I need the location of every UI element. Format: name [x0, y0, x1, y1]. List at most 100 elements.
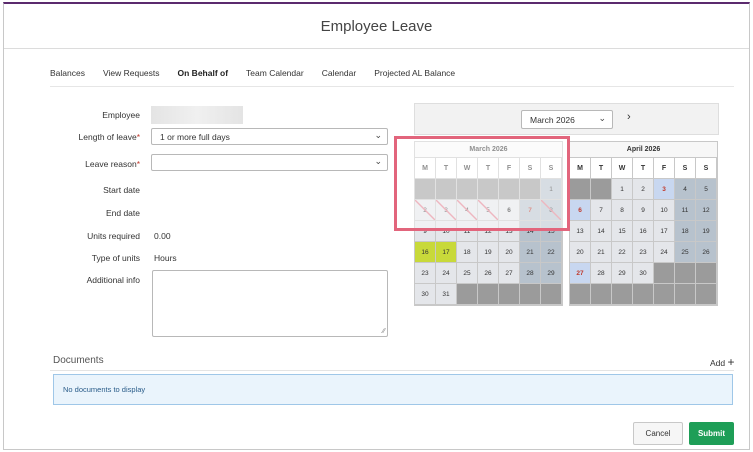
title-divider — [4, 48, 749, 49]
calendar-day[interactable]: 28 — [520, 263, 541, 284]
calendar-empty-cell — [696, 284, 717, 305]
length-of-leave-select[interactable]: 1 or more full days ⌄ — [151, 128, 388, 145]
tab-on-behalf-of[interactable]: On Behalf of — [178, 68, 229, 82]
calendar-day[interactable]: 8 — [612, 200, 633, 221]
calendar-day[interactable]: 15 — [612, 221, 633, 242]
calendar-day[interactable]: 16 — [633, 221, 654, 242]
next-month-button[interactable]: › — [627, 111, 631, 123]
calendar-day[interactable]: 18 — [457, 242, 478, 263]
resize-grip-icon[interactable]: ∕∕ — [383, 328, 385, 335]
calendar-day[interactable]: 29 — [612, 263, 633, 284]
add-document-label: Add — [710, 358, 726, 368]
end-date-label: End date — [105, 208, 140, 218]
calendar-day[interactable]: 28 — [591, 263, 612, 284]
page-title: Employee Leave — [320, 18, 433, 35]
tab-calendar[interactable]: Calendar — [322, 68, 357, 82]
calendar-day[interactable]: 9 — [633, 200, 654, 221]
calendar-month-april: April 2026 M T W T F S S 1 2 3 4 5 6 7 8 9 10 11 12 13 14 15 1… — [569, 141, 718, 306]
calendar-day[interactable]: 20 — [499, 242, 520, 263]
type-of-units-value: Hours — [154, 253, 177, 263]
additional-info-textarea[interactable]: ∕∕ — [152, 270, 388, 337]
length-of-leave-value: 1 or more full days — [160, 132, 230, 142]
calendar-day[interactable]: 13 — [570, 221, 591, 242]
units-required-value: 0.00 — [154, 231, 171, 241]
calendar-day[interactable]: 12 — [696, 200, 717, 221]
calendar-day[interactable]: 23 — [633, 242, 654, 263]
calendar-day[interactable]: 29 — [541, 263, 562, 284]
plus-icon: + — [727, 355, 735, 369]
calendar-empty-cell — [675, 263, 696, 284]
calendar-day[interactable]: 20 — [570, 242, 591, 263]
calendar-day[interactable]: 3 — [654, 179, 675, 200]
chevron-down-icon: ⌄ — [598, 113, 606, 123]
calendar-day[interactable]: 17 — [436, 242, 457, 263]
calendar-day[interactable]: 10 — [654, 200, 675, 221]
calendar-empty-cell — [520, 284, 541, 305]
calendar-day[interactable]: 27 — [499, 263, 520, 284]
weekday-header: T — [633, 158, 654, 179]
calendar-day[interactable]: 19 — [696, 221, 717, 242]
calendar-day[interactable]: 24 — [654, 242, 675, 263]
calendar-day[interactable]: 19 — [478, 242, 499, 263]
units-required-label: Units required — [87, 231, 140, 241]
calendar-empty-cell — [478, 284, 499, 305]
required-marker: * — [136, 132, 140, 142]
calendar-day[interactable]: 26 — [478, 263, 499, 284]
calendar-day[interactable]: 22 — [612, 242, 633, 263]
calendar-day[interactable]: 25 — [457, 263, 478, 284]
calendar-day[interactable]: 23 — [415, 263, 436, 284]
leave-reason-label-text: Leave reason — [85, 159, 137, 169]
calendar-day[interactable]: 4 — [675, 179, 696, 200]
calendar-day[interactable]: 21 — [520, 242, 541, 263]
calendar-empty-cell — [591, 179, 612, 200]
weekday-header: F — [654, 158, 675, 179]
documents-empty-message: No documents to display — [53, 374, 733, 405]
calendar-day[interactable]: 25 — [675, 242, 696, 263]
calendar-day[interactable]: 21 — [591, 242, 612, 263]
calendar-day[interactable]: 17 — [654, 221, 675, 242]
calendar-empty-cell — [612, 284, 633, 305]
length-of-leave-label-text: Length of leave — [78, 132, 137, 142]
weekday-header: W — [612, 158, 633, 179]
calendar-day[interactable]: 11 — [675, 200, 696, 221]
calendar-day[interactable]: 27 — [570, 263, 591, 284]
add-document-button[interactable]: Add + — [710, 355, 735, 369]
calendar-empty-cell — [654, 263, 675, 284]
calendar-day[interactable]: 6 — [570, 200, 591, 221]
leave-window: Employee Leave Balances View Requests On… — [3, 2, 750, 450]
tab-projected-al-balance[interactable]: Projected AL Balance — [374, 68, 455, 82]
day-grid: M T W T F S S 1 2 3 4 5 6 7 8 9 10 11 12 13 14 15 16 17 18 19 20 21… — [570, 158, 717, 305]
tab-balances[interactable]: Balances — [50, 68, 85, 82]
cancel-button[interactable]: Cancel — [633, 422, 683, 445]
tab-divider — [50, 86, 734, 87]
required-marker: * — [136, 159, 140, 169]
submit-button[interactable]: Submit — [689, 422, 734, 445]
weekday-header: S — [696, 158, 717, 179]
calendar-day[interactable]: 30 — [633, 263, 654, 284]
calendar-day[interactable]: 24 — [436, 263, 457, 284]
calendar-day[interactable]: 7 — [591, 200, 612, 221]
calendar-day[interactable]: 2 — [633, 179, 654, 200]
tab-bar: Balances View Requests On Behalf of Team… — [50, 68, 473, 82]
tab-view-requests[interactable]: View Requests — [103, 68, 160, 82]
leave-reason-label: Leave reason* — [48, 159, 140, 169]
leave-reason-select[interactable]: ⌄ — [151, 154, 388, 171]
calendar-day[interactable]: 14 — [591, 221, 612, 242]
calendar-day[interactable]: 26 — [696, 242, 717, 263]
tab-team-calendar[interactable]: Team Calendar — [246, 68, 304, 82]
employee-value-redacted — [151, 106, 243, 124]
calendar-day[interactable]: 22 — [541, 242, 562, 263]
documents-divider — [50, 370, 734, 371]
calendar-day[interactable]: 18 — [675, 221, 696, 242]
weekday-header: S — [675, 158, 696, 179]
documents-title: Documents — [53, 355, 104, 366]
calendar-day[interactable]: 1 — [612, 179, 633, 200]
additional-info-label: Additional info — [86, 275, 140, 285]
calendar-day[interactable]: 5 — [696, 179, 717, 200]
calendar-empty-cell — [541, 284, 562, 305]
calendar-day[interactable]: 30 — [415, 284, 436, 305]
calendar-day[interactable]: 16 — [415, 242, 436, 263]
calendar-day[interactable]: 31 — [436, 284, 457, 305]
calendar-empty-cell — [696, 263, 717, 284]
month-select[interactable]: March 2026 ⌄ — [521, 110, 613, 129]
